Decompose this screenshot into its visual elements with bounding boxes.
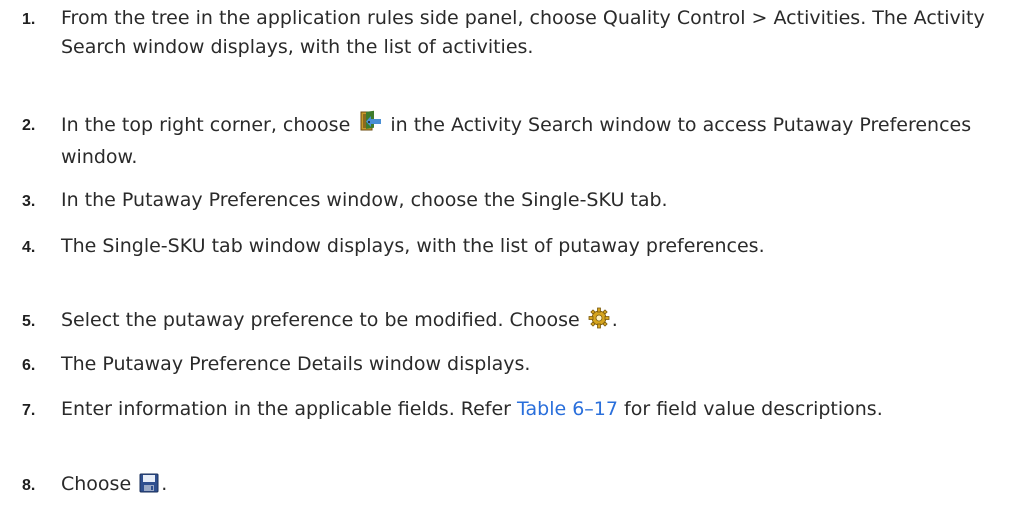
step-8-text-after: . xyxy=(161,473,168,495)
step-text: The Putaway Preference Details window di… xyxy=(61,350,1006,379)
step-5-text-after: . xyxy=(611,309,618,331)
step-1-text: From the tree in the application rules s… xyxy=(61,7,985,58)
step-number: 7. xyxy=(22,402,36,419)
step-5-text-before: Select the putaway preference to be modi… xyxy=(61,309,580,331)
step-text: Choose . xyxy=(61,470,1006,502)
step-number: 6. xyxy=(22,357,36,374)
table-reference-link[interactable]: Table 6–17 xyxy=(517,398,618,420)
step-text: In the Putaway Preferences window, choos… xyxy=(61,186,1006,215)
step-4-text: The Single-SKU tab window displays, with… xyxy=(61,235,765,257)
step-number: 1. xyxy=(22,11,36,28)
step-2-text-before: In the top right corner, choose xyxy=(61,114,351,136)
putaway-preferences-icon xyxy=(358,110,382,143)
step-text: Enter information in the applicable fiel… xyxy=(61,395,1006,424)
step-number: 2. xyxy=(22,117,36,134)
step-8-text-before: Choose xyxy=(61,473,132,495)
step-text: Select the putaway preference to be modi… xyxy=(61,306,1006,338)
step-text: The Single-SKU tab window displays, with… xyxy=(61,232,1006,261)
step-text: In the top right corner, choose in the A… xyxy=(61,110,1006,172)
step-text: From the tree in the application rules s… xyxy=(61,4,1006,62)
step-3-text: In the Putaway Preferences window, choos… xyxy=(61,189,668,211)
step-number: 4. xyxy=(22,239,36,256)
gear-icon xyxy=(588,307,610,338)
step-number: 5. xyxy=(22,313,36,330)
save-icon xyxy=(139,473,159,502)
step-7-text-before: Enter information in the applicable fiel… xyxy=(61,398,511,420)
step-6-text: The Putaway Preference Details window di… xyxy=(61,353,531,375)
step-number: 3. xyxy=(22,193,36,210)
step-7-text-after: for field value descriptions. xyxy=(624,398,883,420)
step-number: 8. xyxy=(22,477,36,494)
